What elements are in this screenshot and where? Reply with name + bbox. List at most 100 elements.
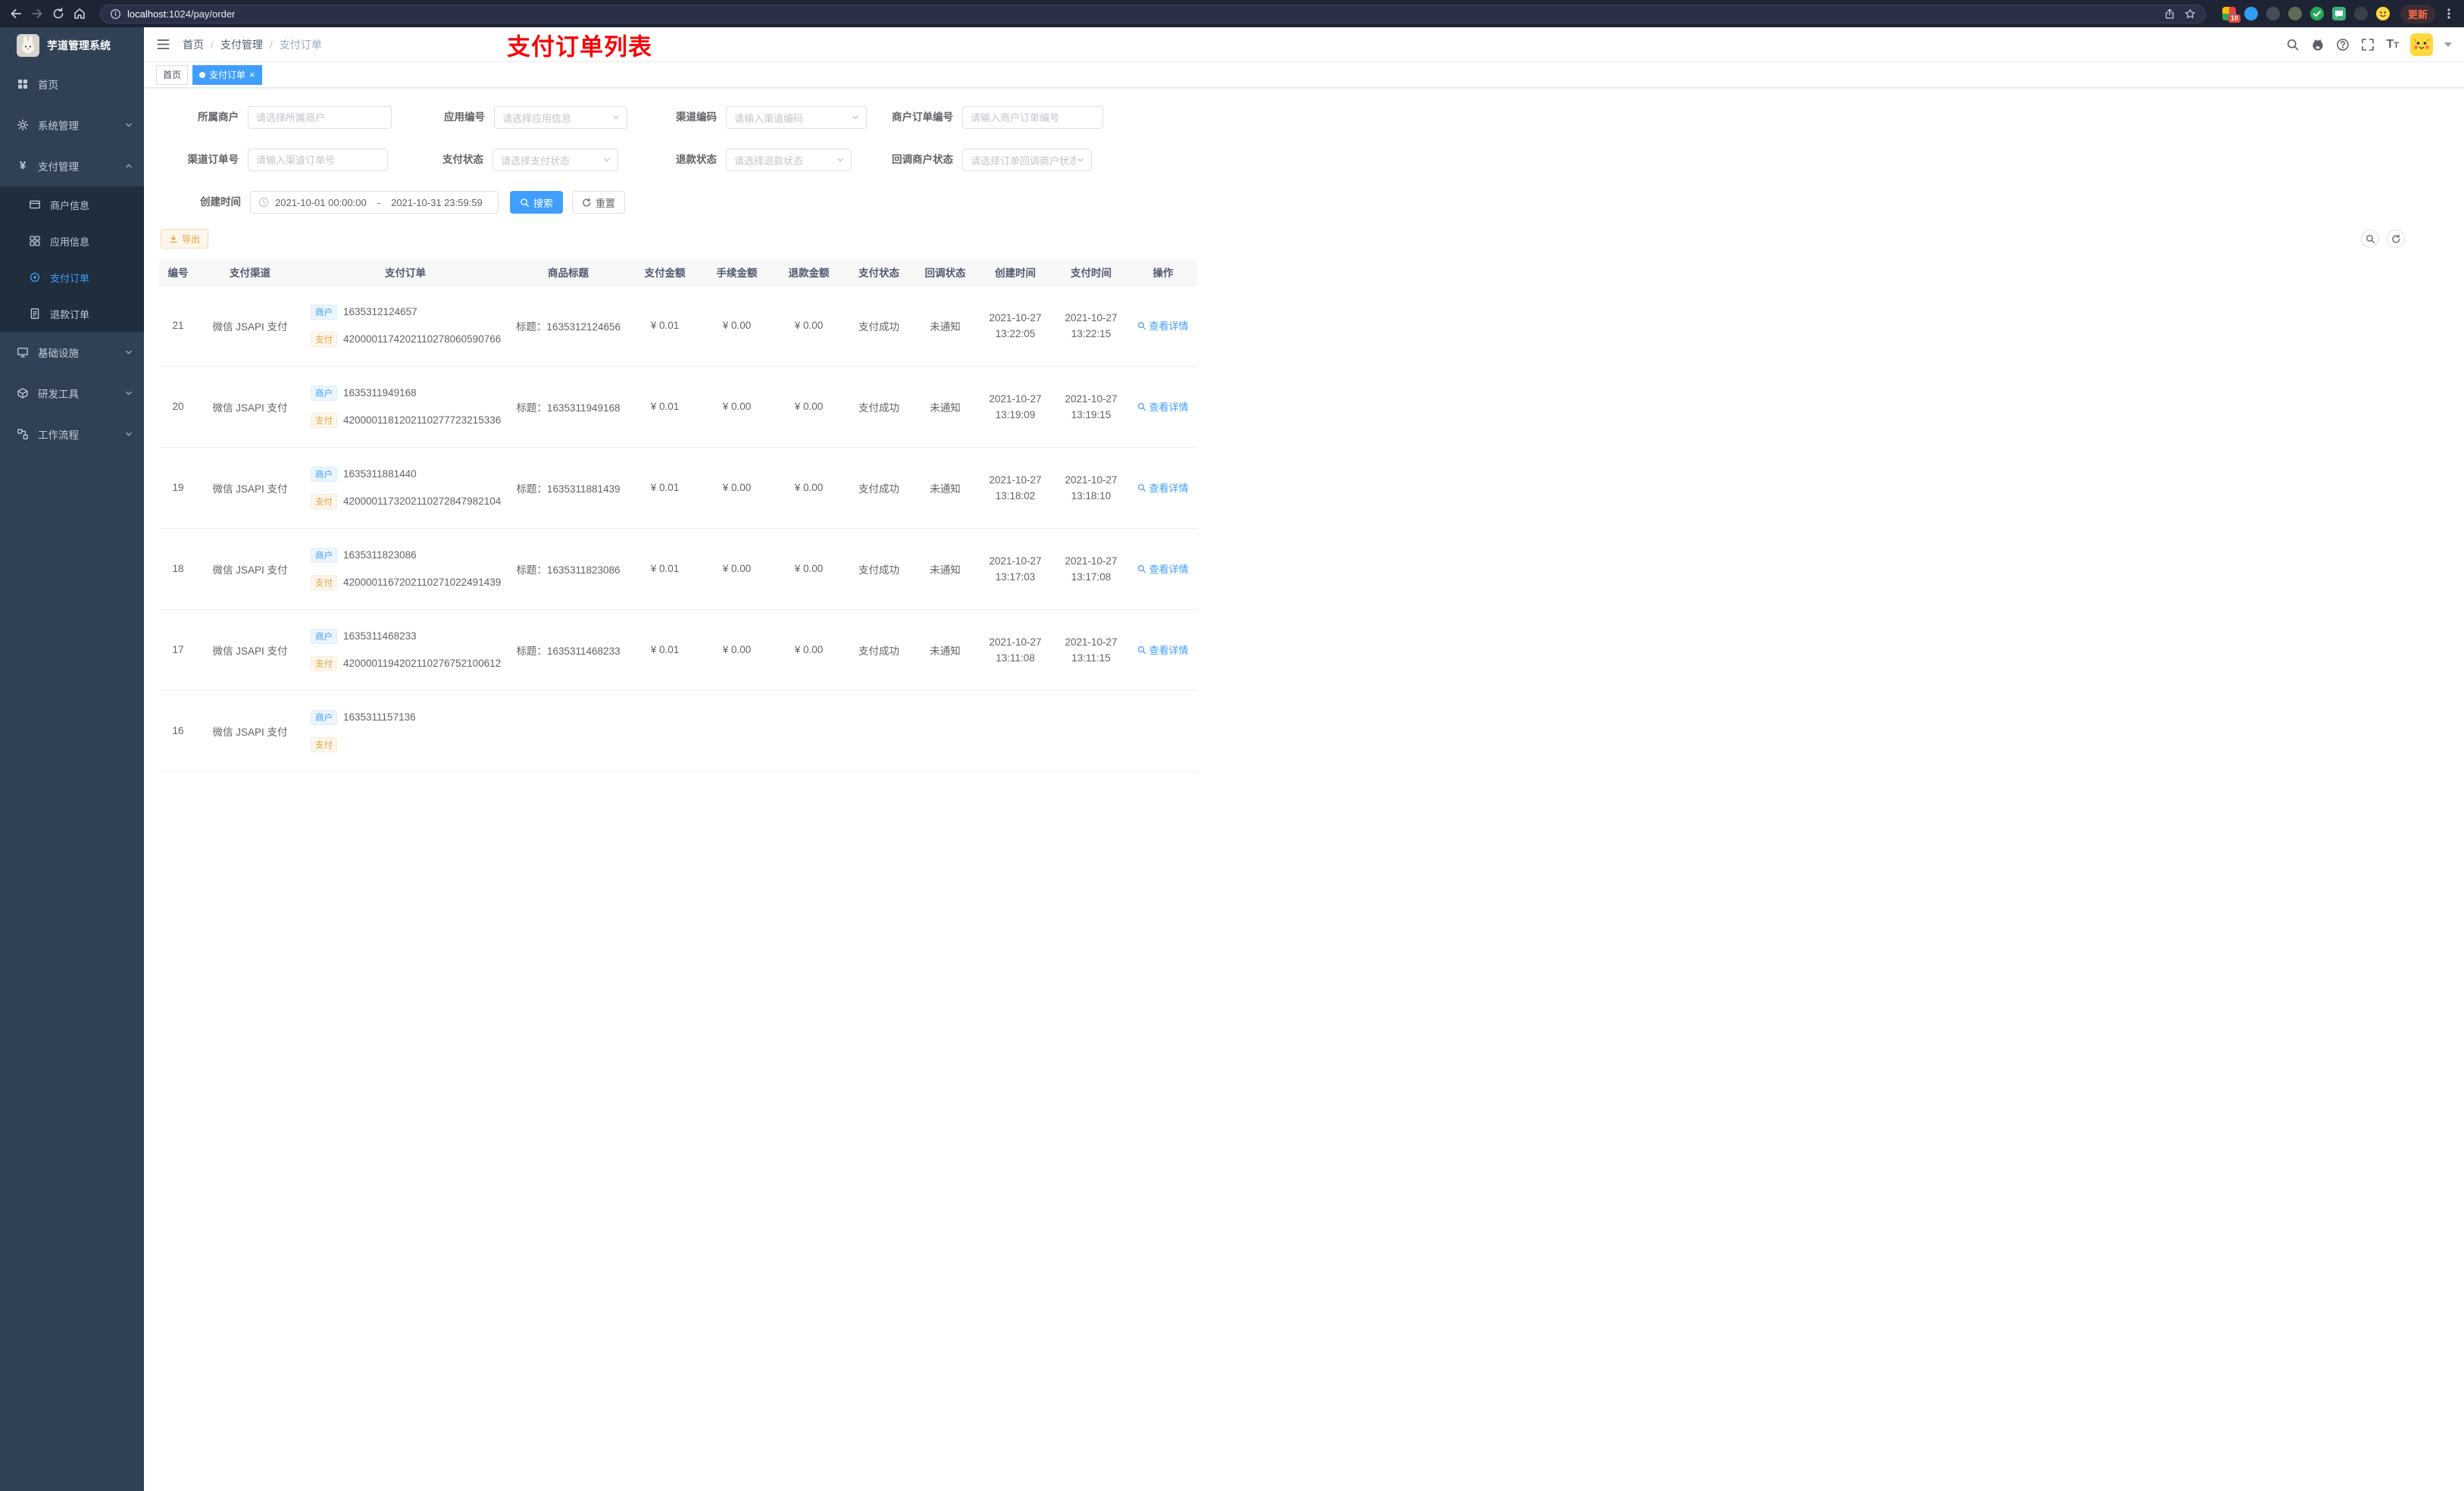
browser-home-icon[interactable]	[73, 7, 86, 20]
breadcrumb-home[interactable]: 首页	[183, 37, 204, 52]
browser-menu-icon[interactable]	[2443, 7, 2455, 20]
sidebar-item-infra[interactable]: 基础设施	[0, 332, 144, 373]
sidebar-item-pay-order[interactable]: 支付订单	[0, 259, 144, 295]
date-start: 2021-10-01 00:00:00	[275, 196, 367, 208]
col-status: 支付状态	[845, 259, 913, 286]
view-detail-link[interactable]: 查看详情	[1137, 399, 1189, 414]
cell-channel: 微信 JSAPI 支付	[197, 690, 303, 772]
refund-status-select[interactable]: 请选择退款状态	[726, 148, 852, 171]
site-info-icon[interactable]	[110, 8, 121, 20]
browser-forward-icon[interactable]	[30, 7, 44, 20]
table-row: 18 微信 JSAPI 支付 商户 1635311823086 支付 4200001…	[159, 528, 1197, 610]
view-detail-link[interactable]: 查看详情	[1137, 642, 1189, 657]
fullscreen-icon[interactable]	[2361, 38, 2375, 52]
sidebar-item-system[interactable]: 系统管理	[0, 105, 144, 145]
sidebar-item-pay[interactable]: ¥ 支付管理	[0, 145, 144, 186]
search-icon[interactable]	[2286, 38, 2300, 52]
date-range-picker[interactable]: 2021-10-01 00:00:00 - 2021-10-31 23:59:5…	[250, 191, 499, 214]
tab-home[interactable]: 首页	[156, 64, 189, 85]
avatar[interactable]	[2410, 33, 2433, 56]
cell-fee	[701, 690, 773, 772]
channel-code-select[interactable]: 请输入渠道编码	[726, 106, 867, 129]
extension-pin-icon[interactable]	[2353, 7, 2368, 20]
merchant-tag: 商户	[311, 709, 337, 725]
sidebar-item-merchant-info[interactable]: 商户信息	[0, 186, 144, 223]
filter-form: 所属商户 应用编号 请选择应用信息 渠道编码 请输入渠道编码 商户订单编号	[159, 106, 2449, 214]
browser-refresh-icon[interactable]	[52, 7, 65, 20]
table-row: 16 微信 JSAPI 支付 商户 1635311157136 支付	[159, 690, 1197, 772]
profile-avatar-icon[interactable]	[2375, 7, 2390, 20]
sidebar-item-refund-order[interactable]: 退款订单	[0, 295, 144, 332]
tab-pay-order[interactable]: 支付订单 ×	[192, 64, 262, 85]
tab-close-icon[interactable]: ×	[249, 70, 255, 80]
cell-actions: 查看详情	[1129, 528, 1197, 610]
reset-button[interactable]: 重置	[572, 191, 626, 214]
search-button[interactable]: 搜索	[510, 191, 564, 214]
chevron-up-icon	[124, 161, 133, 170]
sidebar-item-devtools[interactable]: 研发工具	[0, 373, 144, 414]
date-separator: -	[377, 196, 381, 208]
view-detail-link[interactable]: 查看详情	[1137, 318, 1189, 333]
pay-tag: 支付	[311, 493, 337, 509]
col-refund: 退款金额	[773, 259, 845, 286]
sidebar-item-workflow[interactable]: 工作流程	[0, 414, 144, 455]
table-toolbar: 导出	[159, 229, 2449, 248]
cell-title: 标题：1635311949168	[508, 366, 629, 448]
table-row: 20 微信 JSAPI 支付 商户 1635311949168 支付 4200001…	[159, 366, 1197, 448]
date-end: 2021-10-31 23:59:59	[391, 196, 483, 208]
chevron-down-icon	[851, 113, 860, 122]
merchant-order-no-input[interactable]	[962, 106, 1103, 129]
show-search-icon[interactable]	[2361, 230, 2379, 248]
cell-order: 商户 1635312124657 支付 4200001174202110278060…	[303, 285, 508, 367]
share-icon[interactable]	[2164, 8, 2175, 20]
cube-icon	[17, 387, 29, 399]
cell-create-time: 2021-10-27 13:17:03	[977, 528, 1053, 610]
sidebar-item-home[interactable]: 首页	[0, 64, 144, 105]
view-detail-link[interactable]: 查看详情	[1137, 561, 1189, 576]
extension-palette-icon[interactable]: 10	[2222, 7, 2240, 23]
cell-refund: ¥ 0.00	[773, 447, 845, 529]
pay-status-select[interactable]: 请选择支付状态	[492, 148, 618, 171]
col-notify: 回调状态	[913, 259, 977, 286]
sidebar: 芋道管理系统 首页 系统管理 ¥ 支付管理 商户信息 应用信息 支付订单 退款订…	[0, 27, 144, 1491]
cell-channel: 微信 JSAPI 支付	[197, 447, 303, 529]
channel-order-no-input[interactable]	[248, 148, 388, 171]
export-button[interactable]: 导出	[161, 229, 209, 248]
cell-status: 支付成功	[845, 447, 913, 529]
app-no-select[interactable]: 请选择应用信息	[494, 106, 627, 129]
cell-channel: 微信 JSAPI 支付	[197, 609, 303, 691]
cell-id: 20	[159, 366, 197, 448]
help-icon[interactable]	[2336, 38, 2350, 52]
extension-chat-icon[interactable]	[2331, 7, 2346, 20]
github-icon[interactable]	[2311, 38, 2325, 52]
cell-amount: ¥ 0.01	[629, 447, 701, 529]
cell-refund: ¥ 0.00	[773, 366, 845, 448]
sidebar-item-app-info[interactable]: 应用信息	[0, 223, 144, 259]
filter-notify-status: 回调商户状态 请选择订单回调商户状态	[892, 148, 1092, 171]
chevron-down-icon	[611, 113, 621, 122]
extension-dark-icon[interactable]	[2265, 7, 2280, 20]
url-bar[interactable]: localhost:1024/pay/order	[100, 4, 2206, 23]
cell-title: 标题：1635311881439	[508, 447, 629, 529]
col-create-time: 创建时间	[977, 259, 1053, 286]
col-title: 商品标题	[508, 259, 629, 286]
cell-title: 标题：1635311823086	[508, 528, 629, 610]
browser-back-icon[interactable]	[9, 7, 23, 20]
breadcrumb-pay[interactable]: 支付管理	[220, 37, 263, 52]
browser-toolbar: localhost:1024/pay/order 10 更新	[0, 0, 2464, 27]
col-order: 支付订单	[303, 259, 508, 286]
refresh-table-icon[interactable]	[2387, 230, 2405, 248]
cell-refund: ¥ 0.00	[773, 285, 845, 367]
view-detail-link[interactable]: 查看详情	[1137, 480, 1189, 495]
url-text: localhost:1024/pay/order	[127, 8, 236, 20]
browser-update-button[interactable]: 更新	[2400, 4, 2435, 23]
merchant-input[interactable]	[248, 106, 392, 129]
font-size-icon[interactable]: TT	[2386, 38, 2399, 52]
extension-check-icon[interactable]	[2309, 7, 2324, 20]
notify-status-select[interactable]: 请选择订单回调商户状态	[962, 148, 1092, 171]
extension-olive-icon[interactable]	[2287, 7, 2302, 20]
extension-drop-icon[interactable]	[2244, 7, 2258, 20]
chevron-down-icon	[124, 120, 133, 130]
hamburger-icon[interactable]	[156, 37, 170, 52]
bookmark-star-icon[interactable]	[2184, 8, 2196, 20]
